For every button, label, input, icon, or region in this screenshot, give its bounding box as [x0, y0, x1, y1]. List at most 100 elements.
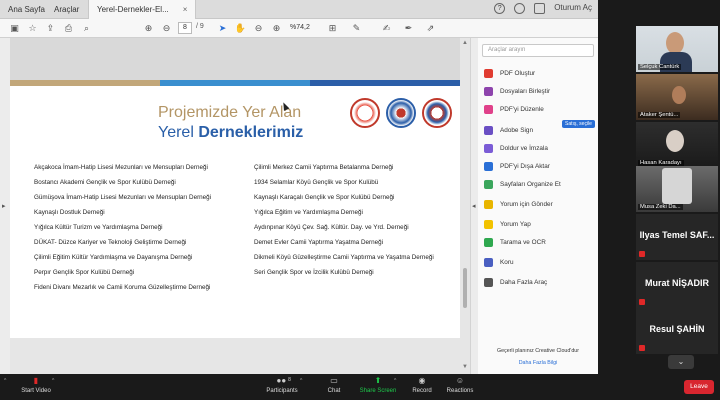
record-icon: ◉	[418, 376, 426, 385]
participant-video-tile[interactable]: Musa Zeki Da...	[636, 166, 718, 212]
upload-icon[interactable]: ⇪	[44, 22, 57, 35]
zoom-in-icon[interactable]: ⊕	[270, 22, 283, 35]
chat-icon: ▭	[330, 376, 338, 385]
zoom-out-icon[interactable]: ⊖	[252, 22, 265, 35]
document-viewport[interactable]: ▸ Projemizde Yer Alan Yerel Derneklerimi…	[0, 38, 470, 374]
sign-icon[interactable]: ✒	[402, 22, 415, 35]
close-tab-icon[interactable]: ×	[183, 5, 188, 14]
tool-scan-ocr[interactable]: Tarama ve OCR	[484, 234, 594, 250]
color-band-lightblue	[160, 80, 310, 86]
highlight-icon[interactable]: ✍	[380, 22, 393, 35]
tab-document[interactable]: Yerel-Dernekler-El... ×	[88, 0, 197, 19]
tool-adobe-sign[interactable]: Adobe Sign	[484, 122, 594, 138]
participant-gallery: Selçuk Cantürk Ataker Şentü... Hasan Kar…	[598, 0, 720, 374]
gallery-scroll-down-icon[interactable]: ⌄	[668, 355, 694, 369]
share-icon[interactable]: ⇗	[424, 22, 437, 35]
reactions-button[interactable]: ☺ Reactions	[430, 376, 490, 394]
participant-face	[672, 86, 686, 104]
chevron-up-icon[interactable]: ^	[52, 378, 54, 384]
comment-icon[interactable]: ✎	[350, 22, 363, 35]
video-off-icon: ▮	[33, 376, 39, 385]
list-item: Akçakoca İmam-Hatip Lisesi Mezunları ve …	[34, 164, 208, 171]
page-heading-line1: Projemizde Yer Alan	[158, 104, 302, 121]
list-item: Bostancı Akademi Gençlik ve Spor Kulübü …	[34, 179, 176, 186]
collapse-right-icon[interactable]: ◂	[472, 202, 476, 210]
left-pane-toggle[interactable]: ▸	[0, 38, 10, 374]
tools-pane: Araçlar arayın PDF Oluştur Dosyaları Bir…	[478, 38, 598, 374]
tab-tools[interactable]: Araçlar	[46, 0, 87, 19]
list-item: Aydınpınar Köyü Çev. Sağ. Kültür. Day. v…	[254, 224, 409, 231]
edit-pdf-icon	[484, 104, 493, 114]
reactions-icon: ☺	[455, 376, 465, 385]
leave-button[interactable]: Leave	[684, 380, 714, 394]
list-item: Fideni Divanı Mezarlık ve Camii Koruma G…	[34, 284, 211, 291]
participants-button[interactable]: ●● 8 Participants	[252, 376, 312, 394]
save-icon[interactable]: ▣	[8, 22, 21, 35]
learn-more-link[interactable]: Daha Fazla Bilgi	[478, 360, 598, 366]
tool-edit-pdf[interactable]: PDF'yi Düzenle	[484, 101, 594, 117]
scan-ocr-icon	[484, 237, 493, 247]
tool-export-pdf[interactable]: PDF'yi Dışa Aktar	[484, 158, 594, 174]
color-band-gold	[10, 80, 160, 86]
start-video-button[interactable]: ▮ Start Video	[6, 376, 66, 394]
scrollbar-thumb[interactable]	[463, 268, 467, 308]
muted-mic-icon	[639, 299, 645, 305]
logo-emblem-3	[422, 98, 452, 128]
participant-picture	[662, 168, 692, 204]
chevron-up-icon[interactable]: ^	[300, 378, 302, 384]
tool-protect[interactable]: Koru	[484, 254, 594, 270]
participant-name-tile[interactable]: Resul ŞAHİN	[636, 308, 718, 354]
print-icon[interactable]: ⎙	[62, 22, 75, 35]
plan-info-text: Geçerli planınız Creative Cloud'dur	[497, 348, 579, 354]
expand-left-icon[interactable]: ▸	[2, 202, 6, 210]
list-item: Kaynaşlı Dostluk Derneği	[34, 209, 105, 216]
meeting-controls-bar: ^ ▮ Start Video ^ ●● 8 Participants ^ ▭ C…	[0, 374, 720, 400]
tool-comment[interactable]: Yorum Yap	[484, 216, 594, 232]
fit-page-icon[interactable]: ⊞	[326, 22, 339, 35]
color-band-darkblue	[310, 80, 460, 86]
participant-name-tile[interactable]: Ilyas Temel SAF...	[636, 214, 718, 260]
list-item: Çilimli Merkez Camii Yaptırma Betalanma …	[254, 164, 394, 171]
sign-in-link[interactable]: Oturum Aç	[554, 3, 592, 14]
acrobat-tab-bar: Ana Sayfa Araçlar Yerel-Dernekler-El... ×…	[0, 0, 598, 19]
fill-sign-icon	[484, 143, 493, 153]
tool-fill-sign[interactable]: Doldur ve İmzala	[484, 140, 594, 156]
hand-icon[interactable]: ✋	[234, 22, 247, 35]
comment-tool-icon	[484, 219, 493, 229]
list-item: Dikmeli Köyü Güzelleştirme Camii Yaptırm…	[254, 254, 434, 261]
participant-video-tile[interactable]: Hasan Karadayı	[636, 122, 718, 168]
help-icon[interactable]: ?	[494, 3, 506, 14]
scroll-up-icon[interactable]: ▲	[462, 40, 468, 46]
tool-more-tools[interactable]: Daha Fazla Araç	[484, 274, 594, 290]
tool-combine-files[interactable]: Dosyaları Birleştir	[484, 83, 594, 99]
association-list-right: Çilimli Merkez Camii Yaptırma Betalanma …	[254, 160, 434, 280]
select-cursor-icon[interactable]: ➤	[216, 22, 229, 35]
export-pdf-icon	[484, 161, 493, 171]
participant-name-tile[interactable]: Murat NİŞADIR	[636, 262, 718, 308]
create-pdf-icon	[484, 68, 493, 78]
star-icon[interactable]: ☆	[26, 22, 39, 35]
organize-pages-icon	[484, 179, 493, 189]
shield-icon	[484, 257, 493, 267]
prev-page-icon[interactable]: ⊕	[142, 22, 155, 35]
zoom-level[interactable]: %74,2	[290, 22, 320, 34]
page-top-gray-area	[10, 38, 460, 80]
participant-video-tile[interactable]: Selçuk Cantürk	[636, 26, 718, 72]
scroll-down-icon[interactable]: ▼	[462, 364, 468, 370]
search-icon[interactable]: ⌕	[80, 22, 93, 35]
document-scrollbar[interactable]: ▲ ▼	[461, 38, 470, 374]
participant-face	[666, 130, 684, 152]
bell-icon[interactable]	[514, 3, 526, 14]
participant-video-tile[interactable]: Ataker Şentü...	[636, 74, 718, 120]
next-page-icon[interactable]: ⊖	[160, 22, 173, 35]
tools-search-input[interactable]: Araçlar arayın	[482, 44, 594, 57]
combine-files-icon	[484, 86, 493, 96]
tools-pane-toggle[interactable]: ◂	[470, 38, 478, 374]
tool-create-pdf[interactable]: PDF Oluştur	[484, 65, 594, 81]
tool-organize-pages[interactable]: Sayfaları Organize Et	[484, 176, 594, 192]
page-number-input[interactable]: 8	[178, 22, 192, 34]
tool-send-for-comment[interactable]: Yorum için Gönder	[484, 196, 594, 212]
logo-emblem-2	[386, 98, 416, 128]
tab-home[interactable]: Ana Sayfa	[0, 0, 53, 19]
apps-icon[interactable]	[534, 3, 546, 14]
